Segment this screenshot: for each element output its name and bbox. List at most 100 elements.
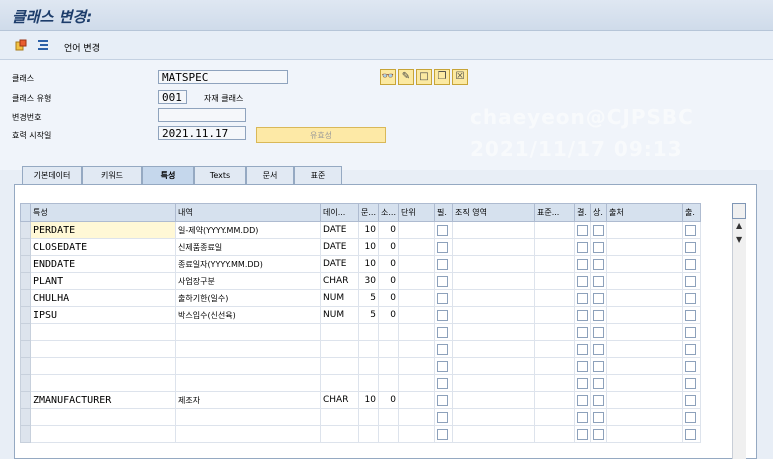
checkbox[interactable] [437, 394, 448, 406]
row-selector[interactable] [20, 238, 31, 256]
result-checkbox[interactable] [574, 340, 591, 358]
row-selector[interactable] [20, 221, 31, 239]
table-row[interactable]: CHULHA 출하기한(일수) NUM 5 0 [20, 289, 701, 307]
status-checkbox[interactable] [590, 425, 607, 443]
table-row[interactable] [20, 340, 701, 358]
status-checkbox[interactable] [590, 272, 607, 290]
required-checkbox[interactable] [434, 357, 453, 375]
checkbox[interactable] [437, 309, 448, 321]
row-selector[interactable] [20, 374, 31, 392]
org-area-cell[interactable] [452, 238, 535, 256]
valid-from-field[interactable]: 2021.11.17 [158, 126, 246, 140]
description-cell[interactable] [175, 323, 321, 341]
result-checkbox[interactable] [574, 323, 591, 341]
checkbox[interactable] [577, 343, 588, 355]
org-area-cell[interactable] [452, 391, 535, 409]
col-header-characteristic[interactable]: 특성 [30, 203, 176, 222]
org-area-cell[interactable] [452, 289, 535, 307]
checkbox[interactable] [685, 326, 696, 338]
result-checkbox[interactable] [574, 272, 591, 290]
result-checkbox[interactable] [574, 255, 591, 273]
unit-cell[interactable] [398, 306, 435, 324]
source-cell[interactable] [606, 289, 683, 307]
delete-icon[interactable]: ☒ [452, 69, 468, 85]
checkbox[interactable] [685, 360, 696, 372]
tab-texts[interactable]: Texts [194, 166, 246, 184]
decimals-cell[interactable]: 0 [378, 255, 399, 273]
description-cell[interactable]: 박스입수(신선육) [175, 306, 321, 324]
data-type-cell[interactable]: DATE [320, 255, 359, 273]
org-area-cell[interactable] [452, 272, 535, 290]
result-checkbox[interactable] [574, 221, 591, 239]
checkbox[interactable] [437, 411, 448, 423]
row-selector[interactable] [20, 289, 31, 307]
length-cell[interactable] [358, 357, 379, 375]
row-selector[interactable] [20, 323, 31, 341]
length-cell[interactable]: 5 [358, 306, 379, 324]
checkbox[interactable] [593, 411, 604, 423]
checkbox[interactable] [685, 309, 696, 321]
checkbox[interactable] [577, 428, 588, 440]
row-selector[interactable] [20, 357, 31, 375]
column-settings-icon[interactable] [732, 203, 746, 219]
org-area-cell[interactable] [452, 408, 535, 426]
col-header-status[interactable]: 상. [590, 203, 607, 222]
class-field[interactable]: MATSPEC [158, 70, 288, 84]
col-header-required[interactable]: 필. [434, 203, 453, 222]
org-area-cell[interactable] [452, 374, 535, 392]
output-checkbox[interactable] [682, 340, 701, 358]
length-cell[interactable]: 10 [358, 391, 379, 409]
characteristic-cell[interactable]: CLOSEDATE [30, 238, 176, 256]
checkbox[interactable] [593, 326, 604, 338]
org-area-cell[interactable] [452, 340, 535, 358]
description-cell[interactable]: 제조자 [175, 391, 321, 409]
create-object-icon[interactable] [15, 39, 27, 51]
standard-cell[interactable] [534, 306, 575, 324]
characteristic-cell[interactable]: PLANT [30, 272, 176, 290]
pencil-icon[interactable]: ✎ [398, 69, 414, 85]
display-icon[interactable]: 👓 [380, 69, 396, 85]
source-cell[interactable] [606, 323, 683, 341]
checkbox[interactable] [437, 428, 448, 440]
unit-cell[interactable] [398, 374, 435, 392]
status-checkbox[interactable] [590, 340, 607, 358]
output-checkbox[interactable] [682, 391, 701, 409]
col-header-output[interactable]: 출. [682, 203, 701, 222]
source-cell[interactable] [606, 357, 683, 375]
output-checkbox[interactable] [682, 289, 701, 307]
required-checkbox[interactable] [434, 272, 453, 290]
output-checkbox[interactable] [682, 221, 701, 239]
org-area-cell[interactable] [452, 306, 535, 324]
checkbox[interactable] [437, 377, 448, 389]
table-row[interactable] [20, 323, 701, 341]
standard-cell[interactable] [534, 238, 575, 256]
checkbox[interactable] [685, 377, 696, 389]
col-header-unit[interactable]: 단위 [398, 203, 435, 222]
description-cell[interactable]: 신제품종료일 [175, 238, 321, 256]
checkbox[interactable] [593, 258, 604, 270]
checkbox[interactable] [593, 343, 604, 355]
description-cell[interactable] [175, 340, 321, 358]
decimals-cell[interactable]: 0 [378, 306, 399, 324]
row-selector[interactable] [20, 425, 31, 443]
result-checkbox[interactable] [574, 238, 591, 256]
data-type-cell[interactable]: NUM [320, 306, 359, 324]
decimals-cell[interactable] [378, 408, 399, 426]
table-row[interactable] [20, 374, 701, 392]
checkbox[interactable] [577, 309, 588, 321]
col-header-description[interactable]: 내역 [175, 203, 321, 222]
result-checkbox[interactable] [574, 289, 591, 307]
characteristic-cell[interactable]: IPSU [30, 306, 176, 324]
new-page-icon[interactable]: □ [416, 69, 432, 85]
decimals-cell[interactable] [378, 425, 399, 443]
required-checkbox[interactable] [434, 340, 453, 358]
required-checkbox[interactable] [434, 425, 453, 443]
standard-cell[interactable] [534, 255, 575, 273]
result-checkbox[interactable] [574, 408, 591, 426]
status-checkbox[interactable] [590, 255, 607, 273]
checkbox[interactable] [437, 241, 448, 253]
org-area-cell[interactable] [452, 255, 535, 273]
data-type-cell[interactable] [320, 357, 359, 375]
characteristic-cell[interactable] [30, 408, 176, 426]
checkbox[interactable] [437, 224, 448, 236]
